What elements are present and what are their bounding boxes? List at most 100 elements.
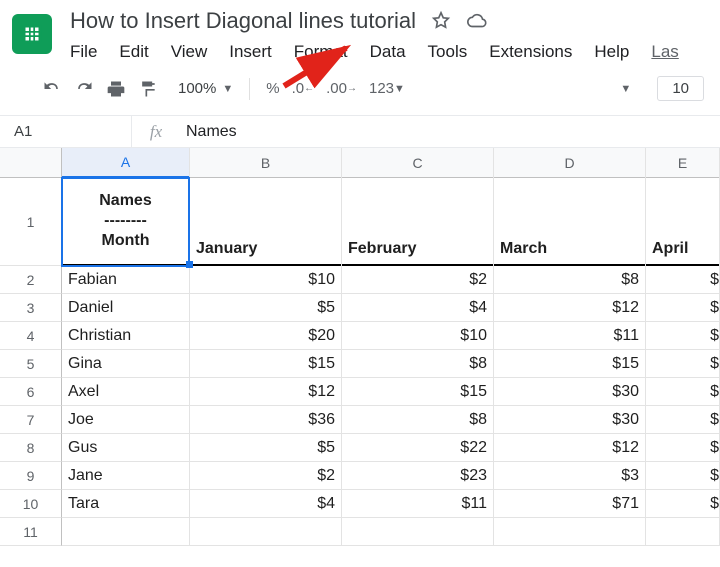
cell[interactable]: $2 xyxy=(342,266,493,294)
cell[interactable]: $15 xyxy=(342,378,493,406)
cell[interactable]: $ xyxy=(646,434,719,462)
cell[interactable]: January xyxy=(190,178,341,266)
selection-handle[interactable] xyxy=(186,261,193,268)
cell[interactable]: $5 xyxy=(190,434,341,462)
cloud-saved-icon[interactable] xyxy=(466,10,488,32)
row-header[interactable]: 4 xyxy=(0,322,62,350)
cell[interactable] xyxy=(494,518,645,546)
paint-format-icon[interactable] xyxy=(138,79,158,99)
cell[interactable]: $10 xyxy=(342,322,493,350)
row-header[interactable]: 7 xyxy=(0,406,62,434)
menu-insert[interactable]: Insert xyxy=(229,42,272,62)
cell[interactable]: February xyxy=(342,178,493,266)
cell[interactable] xyxy=(342,518,493,546)
cell[interactable]: $ xyxy=(646,322,719,350)
cell[interactable]: $ xyxy=(646,462,719,490)
star-icon[interactable] xyxy=(430,10,452,32)
cell[interactable]: $4 xyxy=(342,294,493,322)
row-header[interactable]: 2 xyxy=(0,266,62,294)
cell[interactable]: $30 xyxy=(494,378,645,406)
column-header[interactable]: B xyxy=(190,148,341,178)
cell[interactable]: Axel xyxy=(62,378,189,406)
cell[interactable]: $2 xyxy=(190,462,341,490)
column-header[interactable]: D xyxy=(494,148,645,178)
menu-extensions[interactable]: Extensions xyxy=(489,42,572,62)
cell[interactable]: $71 xyxy=(494,490,645,518)
cell[interactable]: Names--------Month xyxy=(62,178,189,266)
column-header[interactable]: A xyxy=(62,148,189,178)
cell[interactable]: $8 xyxy=(494,266,645,294)
number-format-select[interactable]: 123 ▼ xyxy=(369,80,405,97)
increase-decimal-button[interactable]: .00→ xyxy=(326,80,357,97)
menu-view[interactable]: View xyxy=(171,42,208,62)
name-box[interactable]: A1 xyxy=(0,116,132,147)
row-header[interactable]: 11 xyxy=(0,518,62,546)
column-header[interactable]: E xyxy=(646,148,719,178)
cell[interactable]: Gina xyxy=(62,350,189,378)
row-header[interactable]: 9 xyxy=(0,462,62,490)
cell[interactable] xyxy=(646,518,719,546)
menu-data[interactable]: Data xyxy=(370,42,406,62)
cell[interactable]: $30 xyxy=(494,406,645,434)
cell[interactable]: $12 xyxy=(190,378,341,406)
cell[interactable]: Christian xyxy=(62,322,189,350)
cell[interactable]: $11 xyxy=(342,490,493,518)
cell[interactable]: Jane xyxy=(62,462,189,490)
row-header[interactable]: 3 xyxy=(0,294,62,322)
cell[interactable]: Fabian xyxy=(62,266,189,294)
last-edit-link[interactable]: Las xyxy=(651,42,678,62)
cell[interactable]: $3 xyxy=(494,462,645,490)
cell[interactable]: Daniel xyxy=(62,294,189,322)
font-chevron-down-icon[interactable]: ▼ xyxy=(620,83,631,95)
cell[interactable]: $12 xyxy=(494,434,645,462)
cell[interactable]: $36 xyxy=(190,406,341,434)
cell[interactable]: $ xyxy=(646,378,719,406)
cell[interactable]: $10 xyxy=(190,266,341,294)
cell[interactable]: $ xyxy=(646,490,719,518)
cell[interactable]: $8 xyxy=(342,350,493,378)
menu-format[interactable]: Format xyxy=(294,42,348,62)
row-header[interactable]: 6 xyxy=(0,378,62,406)
zoom-select[interactable]: 100% ▼ xyxy=(178,80,233,97)
cell[interactable] xyxy=(190,518,341,546)
column-header[interactable]: C xyxy=(342,148,493,178)
cell[interactable]: $ xyxy=(646,406,719,434)
percent-format-button[interactable]: % xyxy=(266,80,279,97)
menu-file[interactable]: File xyxy=(70,42,97,62)
cell[interactable]: $11 xyxy=(494,322,645,350)
row-header[interactable]: 1 xyxy=(0,178,62,266)
sheets-logo[interactable] xyxy=(12,14,52,54)
print-icon[interactable] xyxy=(106,79,126,99)
decrease-decimal-button[interactable]: .0← xyxy=(292,80,315,97)
select-all-corner[interactable] xyxy=(0,148,62,178)
row-header[interactable]: 10 xyxy=(0,490,62,518)
cell[interactable]: $20 xyxy=(190,322,341,350)
menu-tools[interactable]: Tools xyxy=(428,42,468,62)
cell[interactable]: $15 xyxy=(494,350,645,378)
cell[interactable]: $23 xyxy=(342,462,493,490)
cell[interactable]: $ xyxy=(646,266,719,294)
cell[interactable]: $5 xyxy=(190,294,341,322)
cell[interactable]: $ xyxy=(646,294,719,322)
row-header[interactable]: 5 xyxy=(0,350,62,378)
cell[interactable]: March xyxy=(494,178,645,266)
cell[interactable]: $ xyxy=(646,350,719,378)
cell[interactable]: April xyxy=(646,178,719,266)
document-title[interactable]: How to Insert Diagonal lines tutorial xyxy=(70,8,416,34)
spreadsheet-grid[interactable]: 1 234567891011 ANames--------MonthFabian… xyxy=(0,148,720,546)
menu-help[interactable]: Help xyxy=(594,42,629,62)
cell[interactable]: $15 xyxy=(190,350,341,378)
cell[interactable] xyxy=(62,518,189,546)
undo-icon[interactable] xyxy=(42,79,62,99)
cell[interactable]: Tara xyxy=(62,490,189,518)
font-size-input[interactable]: 10 xyxy=(657,76,704,101)
row-header[interactable]: 8 xyxy=(0,434,62,462)
cell[interactable]: $12 xyxy=(494,294,645,322)
cell[interactable]: $4 xyxy=(190,490,341,518)
cell[interactable]: $8 xyxy=(342,406,493,434)
formula-input[interactable]: Names xyxy=(180,123,237,141)
cell[interactable]: Joe xyxy=(62,406,189,434)
cell[interactable]: Gus xyxy=(62,434,189,462)
redo-icon[interactable] xyxy=(74,79,94,99)
cell[interactable]: $22 xyxy=(342,434,493,462)
